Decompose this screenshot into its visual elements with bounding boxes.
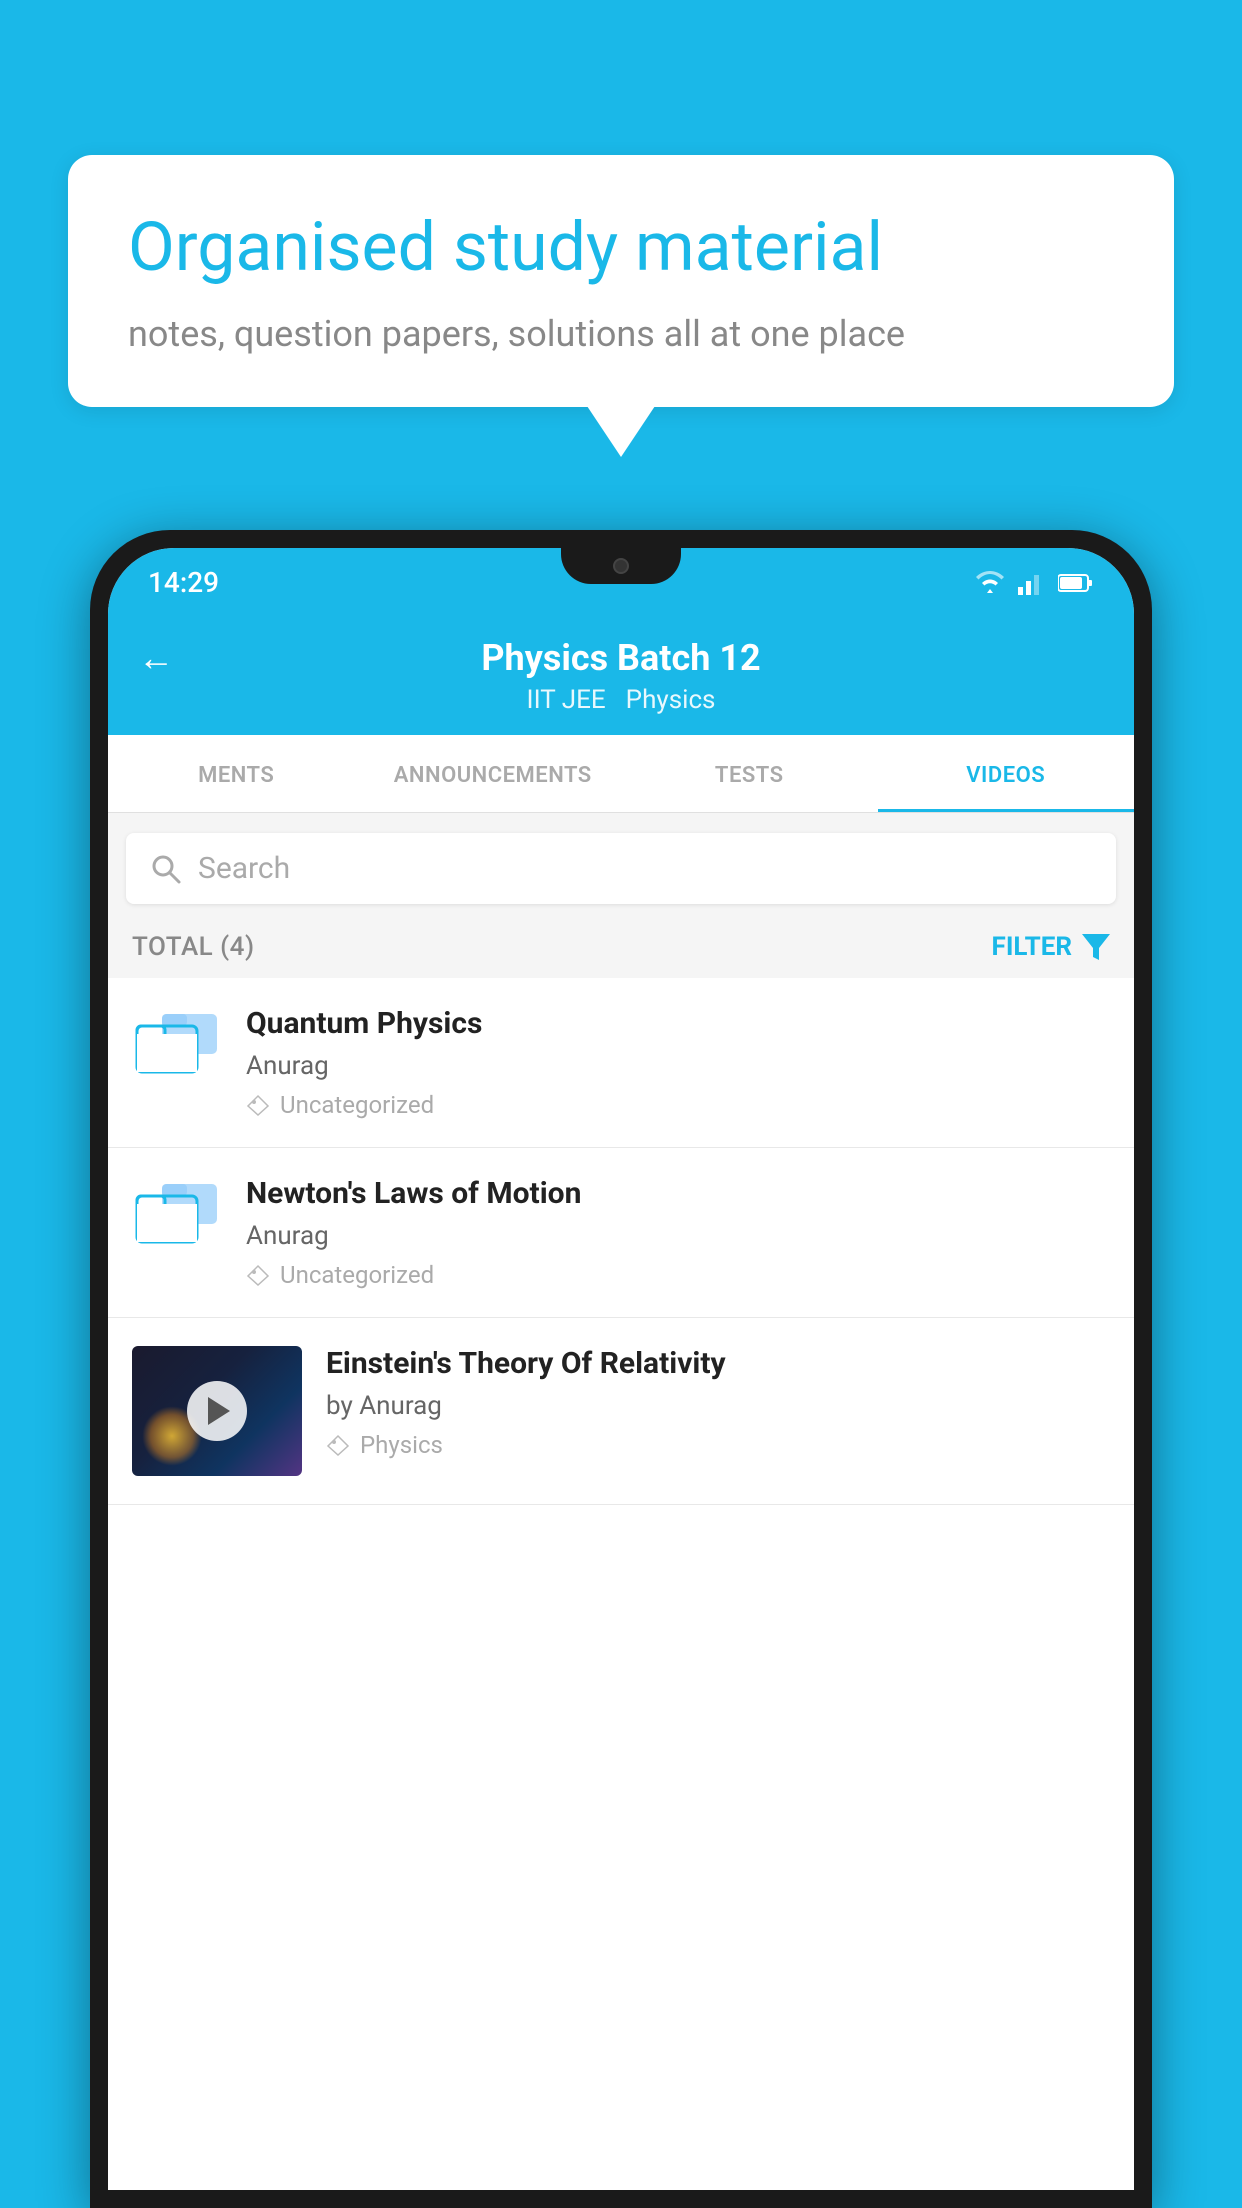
video-info: Quantum Physics Anurag Uncategorized [246, 1006, 1110, 1119]
video-title: Newton's Laws of Motion [246, 1176, 1110, 1211]
list-item[interactable]: Newton's Laws of Motion Anurag Uncategor… [108, 1148, 1134, 1318]
video-list: Quantum Physics Anurag Uncategorized [108, 978, 1134, 2190]
video-author: by Anurag [326, 1391, 1110, 1421]
status-time: 14:29 [148, 566, 219, 599]
filter-row: TOTAL (4) FILTER [108, 916, 1134, 978]
play-button[interactable] [187, 1381, 247, 1441]
video-info: Newton's Laws of Motion Anurag Uncategor… [246, 1176, 1110, 1289]
speech-bubble: Organised study material notes, question… [68, 155, 1174, 407]
header-tag-physics: Physics [626, 685, 716, 715]
video-title: Quantum Physics [246, 1006, 1110, 1041]
status-icons [974, 571, 1094, 595]
search-placeholder: Search [198, 851, 290, 886]
folder-icon [132, 1176, 222, 1256]
tab-announcements[interactable]: ANNOUNCEMENTS [365, 735, 622, 812]
content-area: Search TOTAL (4) FILTER [108, 813, 1134, 2190]
status-bar: 14:29 [108, 548, 1134, 613]
notch [561, 548, 681, 584]
folder-icon [132, 1006, 222, 1086]
search-bar[interactable]: Search [126, 833, 1116, 904]
tag-icon [246, 1264, 270, 1286]
battery-icon [1058, 573, 1094, 593]
header-title: Physics Batch 12 [481, 637, 760, 679]
video-author: Anurag [246, 1051, 1110, 1081]
tag-label: Uncategorized [280, 1091, 434, 1119]
camera [613, 558, 629, 574]
tab-ments[interactable]: MENTS [108, 735, 365, 812]
search-icon [150, 853, 182, 885]
phone-mockup: 14:29 [90, 530, 1152, 2208]
tab-videos[interactable]: VIDEOS [878, 735, 1135, 812]
filter-button[interactable]: FILTER [992, 932, 1110, 962]
filter-label: FILTER [992, 932, 1072, 962]
play-triangle-icon [208, 1397, 230, 1425]
header-tag-iitjee: IIT JEE [527, 685, 606, 715]
tag-label: Uncategorized [280, 1261, 434, 1289]
total-count: TOTAL (4) [132, 932, 255, 962]
back-button[interactable]: ← [138, 637, 174, 679]
speech-bubble-subtext: notes, question papers, solutions all at… [128, 313, 1114, 355]
tag-icon [246, 1094, 270, 1116]
filter-icon [1082, 934, 1110, 960]
video-tag: Uncategorized [246, 1091, 1110, 1119]
video-tag: Physics [326, 1431, 1110, 1459]
wifi-icon [974, 571, 1006, 595]
list-item[interactable]: Einstein's Theory Of Relativity by Anura… [108, 1318, 1134, 1505]
speech-bubble-heading: Organised study material [128, 207, 1114, 289]
tabs-container: MENTS ANNOUNCEMENTS TESTS VIDEOS [108, 735, 1134, 813]
header-subtitle: IIT JEE Physics [527, 685, 716, 715]
video-tag: Uncategorized [246, 1261, 1110, 1289]
app-header: ← Physics Batch 12 IIT JEE Physics [108, 613, 1134, 735]
signal-icon [1018, 571, 1046, 595]
tab-tests[interactable]: TESTS [621, 735, 878, 812]
video-thumbnail [132, 1346, 302, 1476]
tag-label: Physics [360, 1431, 443, 1459]
video-title: Einstein's Theory Of Relativity [326, 1346, 1110, 1381]
video-info: Einstein's Theory Of Relativity by Anura… [326, 1346, 1110, 1459]
tag-icon [326, 1434, 350, 1456]
phone-screen: 14:29 [108, 548, 1134, 2190]
header-row: ← Physics Batch 12 [138, 637, 1104, 679]
video-author: Anurag [246, 1221, 1110, 1251]
list-item[interactable]: Quantum Physics Anurag Uncategorized [108, 978, 1134, 1148]
speech-bubble-container: Organised study material notes, question… [68, 155, 1174, 407]
